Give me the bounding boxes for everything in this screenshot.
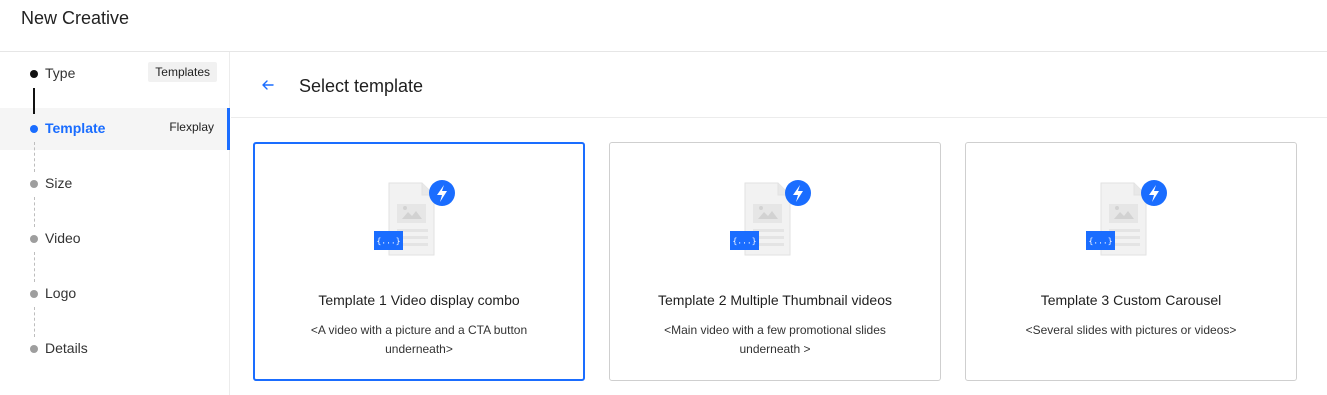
step-dot <box>30 70 38 78</box>
step-dot <box>30 180 38 188</box>
template-card-2[interactable]: {...} Template 2 Multiple Thumbnail vide… <box>609 142 941 381</box>
template-card-1[interactable]: {...} Template 1 Video display combo <A … <box>253 142 585 381</box>
step-connector <box>34 142 35 172</box>
step-connector-done <box>33 88 35 114</box>
main-panel: Select template {...} Template 1 Video d… <box>231 52 1327 395</box>
step-label: Template <box>45 120 106 136</box>
template-description: <Several slides with pictures or videos> <box>1025 323 1237 337</box>
step-label: Video <box>45 230 81 246</box>
step-label: Details <box>45 340 88 356</box>
step-dot <box>30 235 38 243</box>
template-title: Template 3 Custom Carousel <box>1040 292 1222 308</box>
template-description: <A video with a picture and a CTA button… <box>310 323 528 356</box>
main-header: Select template <box>231 52 1327 118</box>
step-connector <box>34 307 35 337</box>
code-label: {...} <box>732 237 756 246</box>
page-title: New Creative <box>21 8 130 28</box>
step-value-badge: Templates <box>148 62 217 82</box>
top-bar: New Creative <box>0 0 1327 52</box>
step-label: Logo <box>45 285 77 301</box>
step-label: Size <box>45 175 73 191</box>
step-dot <box>30 125 38 133</box>
code-label: {...} <box>376 237 400 246</box>
step-label: Type <box>45 65 76 81</box>
step-connector <box>34 252 35 282</box>
template-title: Template 2 Multiple Thumbnail videos <box>658 292 892 308</box>
step-connector <box>34 197 35 227</box>
section-title: Select template <box>299 76 424 96</box>
step-dot <box>30 290 38 298</box>
template-file-icon: {...} <box>372 176 468 256</box>
step-value: Flexplay <box>169 120 214 134</box>
template-card-3[interactable]: {...} Template 3 Custom Carousel <Severa… <box>965 142 1297 381</box>
step-dot <box>30 345 38 353</box>
template-file-icon: {...} <box>1084 176 1180 256</box>
arrow-left-icon[interactable] <box>259 76 277 94</box>
template-file-icon: {...} <box>728 176 824 256</box>
template-title: Template 1 Video display combo <box>318 292 520 308</box>
template-description: <Main video with a few promotional slide… <box>664 323 886 356</box>
code-label: {...} <box>1088 237 1112 246</box>
